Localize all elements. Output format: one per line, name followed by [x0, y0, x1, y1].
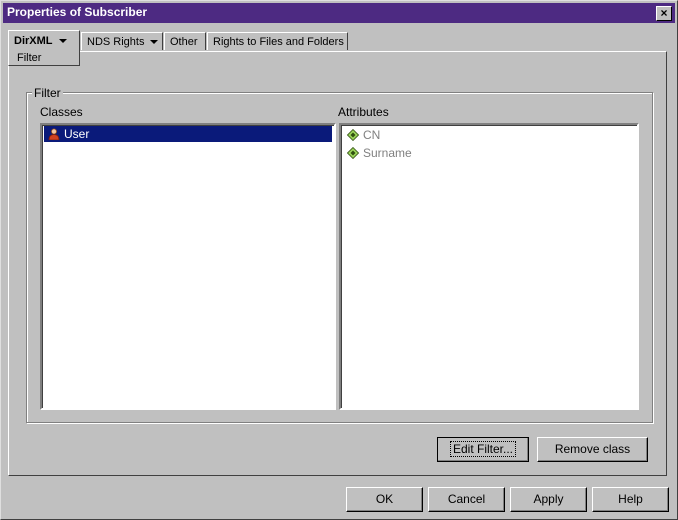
subtab-filter[interactable]: Filter	[8, 52, 80, 66]
button-label: Edit Filter...	[449, 441, 517, 457]
tab-rights-to-files-and-folders[interactable]: Rights to Files and Folders	[207, 32, 348, 50]
button-label: OK	[375, 492, 394, 506]
tab-label: Other	[170, 36, 198, 48]
attributes-list[interactable]: CN Surname	[339, 123, 639, 410]
tab-label: DirXML	[14, 35, 53, 47]
tab-label: Rights to Files and Folders	[213, 36, 344, 48]
classes-label: Classes	[40, 105, 83, 119]
list-item-label: Surname	[363, 146, 412, 160]
tab-dirxml[interactable]: DirXML	[8, 30, 80, 52]
button-label: Remove class	[554, 442, 631, 456]
apply-button[interactable]: Apply	[510, 487, 587, 512]
cancel-button[interactable]: Cancel	[428, 487, 505, 512]
classes-list[interactable]: User	[40, 123, 336, 410]
subtab-label: Filter	[17, 52, 42, 64]
button-label: Help	[618, 492, 643, 506]
remove-class-button[interactable]: Remove class	[537, 437, 648, 462]
attributes-label: Attributes	[338, 105, 389, 119]
attribute-diamond-icon	[347, 147, 359, 159]
close-button[interactable]: ×	[656, 6, 672, 21]
list-item-label: CN	[363, 128, 381, 142]
list-item-user[interactable]: User	[44, 126, 332, 142]
dropdown-arrow-icon[interactable]	[150, 40, 159, 45]
close-icon: ×	[660, 6, 668, 20]
tab-nds-rights[interactable]: NDS Rights	[81, 32, 163, 50]
ok-button[interactable]: OK	[346, 487, 423, 512]
title-bar[interactable]: Properties of Subscriber ×	[3, 3, 675, 23]
edit-filter-button[interactable]: Edit Filter...	[437, 437, 529, 462]
attribute-diamond-icon	[347, 129, 359, 141]
tab-other[interactable]: Other	[164, 32, 206, 50]
help-button[interactable]: Help	[592, 487, 669, 512]
window-title: Properties of Subscriber	[7, 5, 148, 19]
button-label: Cancel	[447, 492, 486, 506]
button-label: Apply	[533, 492, 564, 506]
list-item-label: User	[64, 127, 90, 141]
tab-label: NDS Rights	[87, 36, 145, 48]
user-icon	[48, 128, 60, 140]
dropdown-arrow-icon[interactable]	[58, 39, 67, 44]
filter-group-label: Filter	[32, 86, 63, 100]
